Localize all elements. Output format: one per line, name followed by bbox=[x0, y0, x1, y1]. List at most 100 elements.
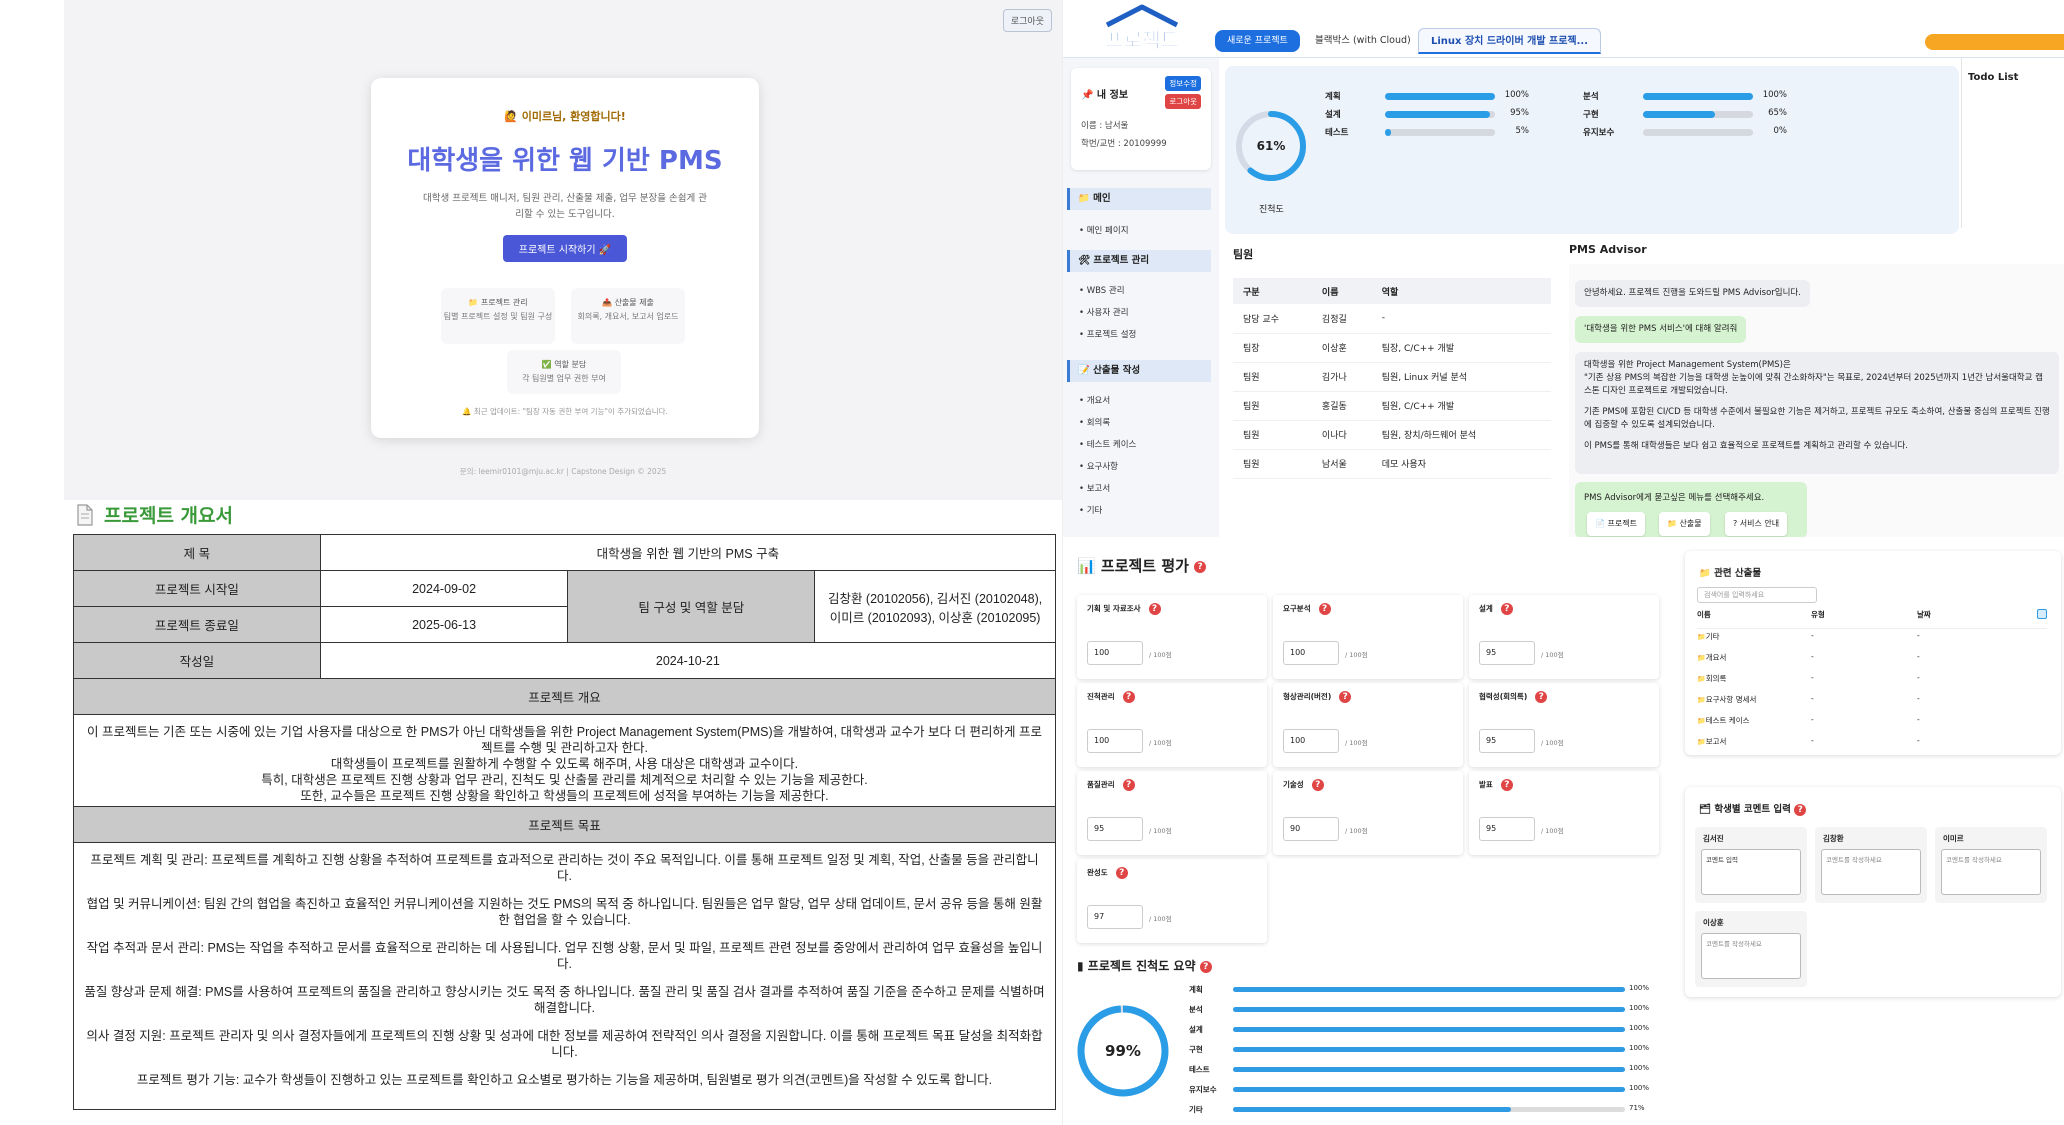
menu-item-main-page[interactable]: • 메인 페이지 bbox=[1079, 224, 1129, 236]
comment-textarea[interactable]: 코멘트를 작성하세요 bbox=[1941, 849, 2041, 895]
eval-label: 완성도 bbox=[1087, 868, 1108, 877]
artifact-row[interactable]: 📁보고서 - - bbox=[1697, 736, 2047, 756]
progress-bar-row: 설계 95% bbox=[1325, 108, 1535, 120]
help-icon[interactable]: ? bbox=[1148, 603, 1161, 615]
feature-title: 📁 프로젝트 관리 bbox=[468, 298, 528, 307]
help-icon[interactable]: ? bbox=[1311, 779, 1324, 791]
overall-progress-ring: 61% bbox=[1236, 111, 1306, 181]
menu-item-etc[interactable]: • 기타 bbox=[1079, 504, 1102, 516]
menu-section-main[interactable]: 📁 메인 bbox=[1067, 188, 1211, 210]
eval-score-input[interactable]: 100 bbox=[1283, 729, 1339, 753]
progress-track bbox=[1643, 93, 1753, 100]
sidebar: 📌 내 정보 이름 : 남서울 학번/교번 : 20109999 정보수정 로그… bbox=[1063, 58, 1219, 537]
artifacts-box: 📁 관련 산출물 검색어를 입력하세요 이름 유형 날짜 📁기타 - - 📁개요서 - -… bbox=[1685, 551, 2061, 755]
help-icon: ? bbox=[1794, 803, 1807, 816]
eval-score-input[interactable]: 95 bbox=[1479, 817, 1535, 841]
sidebar-logout-button[interactable]: 로그아웃 bbox=[1165, 94, 1201, 109]
progress-value: 100% bbox=[1504, 90, 1529, 100]
menu-item-overview[interactable]: • 개요서 bbox=[1079, 394, 1110, 406]
label-written: 작성일 bbox=[73, 642, 321, 679]
eval-label: 발표 bbox=[1479, 780, 1493, 789]
eval-score-input[interactable]: 95 bbox=[1087, 817, 1143, 841]
help-icon[interactable]: ? bbox=[1500, 603, 1513, 615]
landing-panel: 로그아웃 🙋 이미르님, 환영합니다! 대학생을 위한 웹 기반 PMS 대학생… bbox=[64, 0, 1062, 500]
team-title: 팀원 bbox=[1233, 248, 1254, 261]
summary-bar-row: 테스트 100% bbox=[1189, 1064, 1649, 1074]
menu-item-testcase[interactable]: • 테스트 케이스 bbox=[1079, 438, 1136, 450]
tab-blackbox[interactable]: 블랙박스 (with Cloud) bbox=[1303, 28, 1423, 54]
menu-section-project[interactable]: 🛠 프로젝트 관리 bbox=[1067, 250, 1211, 272]
artifact-row[interactable]: 📁테스트 케이스 - - bbox=[1697, 715, 2047, 735]
comment-textarea[interactable]: 코멘트를 작성하세요 bbox=[1701, 933, 1801, 979]
evaluation-panel: 📊 프로젝트 평가 ? 기획 및 자료조사? 100 / 100점 요구분석? 100 /… bbox=[1062, 537, 2064, 1125]
advisor-prompt: PMS Advisor에게 묻고싶은 메뉴를 선택해주세요. bbox=[1584, 493, 1765, 503]
summary-fill bbox=[1233, 1107, 1512, 1112]
artifact-search-input[interactable]: 검색어를 입력하세요 bbox=[1697, 587, 1817, 603]
summary-label: 분석 bbox=[1189, 1005, 1203, 1014]
progress-track bbox=[1643, 129, 1753, 136]
tab-linux-driver[interactable]: Linux 장치 드라이버 개발 프로젝... bbox=[1418, 28, 1602, 54]
menu-item-wbs[interactable]: • WBS 관리 bbox=[1079, 284, 1125, 296]
eval-card: 기술성? 90 / 100점 bbox=[1273, 771, 1463, 855]
feature-card-submit: 📤 산출물 제출 회의록, 개요서, 보고서 업로드 bbox=[571, 288, 685, 344]
menu-item-users[interactable]: • 사용자 관리 bbox=[1079, 306, 1129, 318]
end-date: 2025-06-13 bbox=[319, 606, 569, 643]
artifact-row[interactable]: 📁요구사항 명세서 - - bbox=[1697, 694, 2047, 714]
chip-artifacts[interactable]: 📁 산출물 bbox=[1659, 512, 1710, 536]
comment-textarea[interactable]: 코멘트 입력 bbox=[1701, 849, 1801, 895]
chip-project[interactable]: 📄 프로젝트 bbox=[1587, 512, 1645, 536]
help-icon[interactable]: ? bbox=[1122, 779, 1135, 791]
artifact-row[interactable]: 📁개요서 - - bbox=[1697, 652, 2047, 672]
comment-textarea[interactable]: 코멘트를 작성하세요 bbox=[1821, 849, 1921, 895]
eval-label: 협력성(회의록) bbox=[1479, 692, 1528, 701]
dashboard-panel: 프로젝트 새로운 프로젝트 블랙박스 (with Cloud) Linux 장치… bbox=[1062, 0, 2064, 537]
start-project-button[interactable]: 프로젝트 시작하기 🚀 bbox=[502, 235, 628, 262]
student-name: 이미르 bbox=[1943, 834, 1964, 843]
help-icon[interactable]: ? bbox=[1115, 867, 1128, 879]
app-logo[interactable]: 프로젝트 bbox=[1099, 3, 1185, 53]
summary-label: 테스트 bbox=[1189, 1065, 1210, 1074]
team-row: 담당 교수 김정길 - bbox=[1233, 304, 1551, 334]
folder-icon: 📁 bbox=[1697, 633, 1706, 641]
help-icon[interactable]: ? bbox=[1500, 779, 1513, 791]
help-icon[interactable]: ? bbox=[1122, 691, 1135, 703]
eval-score-input[interactable]: 90 bbox=[1283, 817, 1339, 841]
artifact-row[interactable]: 📁회의록 - - bbox=[1697, 673, 2047, 693]
menu-item-minutes[interactable]: • 회의록 bbox=[1079, 416, 1110, 428]
tab-new-project[interactable]: 새로운 프로젝트 bbox=[1215, 30, 1300, 52]
summary-bar-row: 유지보수 100% bbox=[1189, 1084, 1649, 1094]
progress-fill bbox=[1385, 93, 1495, 100]
progress-label: 유지보수 bbox=[1583, 128, 1615, 138]
summary-value: 100% bbox=[1629, 1004, 1650, 1012]
menu-item-requirements[interactable]: • 요구사항 bbox=[1079, 460, 1118, 472]
help-icon: ? bbox=[1194, 560, 1207, 573]
help-icon[interactable]: ? bbox=[1339, 691, 1352, 703]
artifact-row[interactable]: 📁기타 - - bbox=[1697, 631, 2047, 651]
label-summary: 프로젝트 개요 bbox=[73, 678, 1056, 715]
top-bar: 프로젝트 새로운 프로젝트 블랙박스 (with Cloud) Linux 장치… bbox=[1063, 0, 2064, 58]
menu-item-project-settings[interactable]: • 프로젝트 설정 bbox=[1079, 328, 1136, 340]
student-name: 김창환 bbox=[1823, 834, 1844, 843]
team-header: 역할 bbox=[1371, 278, 1551, 304]
overview-panel: 프로젝트 개요서 제 목 대학생을 위한 웹 기반의 PMS 구축 프로젝트 시… bbox=[64, 500, 1062, 1125]
eval-score-input[interactable]: 95 bbox=[1479, 641, 1535, 665]
eval-score-input[interactable]: 100 bbox=[1087, 729, 1143, 753]
goals-text: 프로젝트 계획 및 관리: 프로젝트를 계획하고 진행 상황을 추적하여 프로젝… bbox=[73, 842, 1056, 1110]
menu-section-artifacts[interactable]: 📝 산출물 작성 bbox=[1067, 360, 1211, 382]
eval-score-input[interactable]: 100 bbox=[1087, 641, 1143, 665]
menu-item-report[interactable]: • 보고서 bbox=[1079, 482, 1110, 494]
help-icon[interactable]: ? bbox=[1318, 603, 1331, 615]
summary-fill bbox=[1233, 1067, 1625, 1072]
summary-track bbox=[1233, 1067, 1625, 1072]
overall-progress-label: 61% bbox=[1257, 139, 1286, 153]
eval-score-input[interactable]: 95 bbox=[1479, 729, 1535, 753]
eval-score-input[interactable]: 97 bbox=[1087, 905, 1143, 929]
help-icon[interactable]: ? bbox=[1535, 691, 1548, 703]
eval-score-input[interactable]: 100 bbox=[1283, 641, 1339, 665]
logout-button[interactable]: 로그아웃 bbox=[1002, 9, 1052, 32]
team-cell: 남서울 bbox=[1311, 449, 1372, 479]
edit-info-button[interactable]: 정보수정 bbox=[1165, 76, 1201, 91]
team-cell: 이상훈 bbox=[1311, 333, 1372, 363]
hero-title: 대학생을 위한 웹 기반 PMS bbox=[407, 146, 723, 176]
chip-service-guide[interactable]: ? 서비스 안내 bbox=[1725, 512, 1788, 536]
